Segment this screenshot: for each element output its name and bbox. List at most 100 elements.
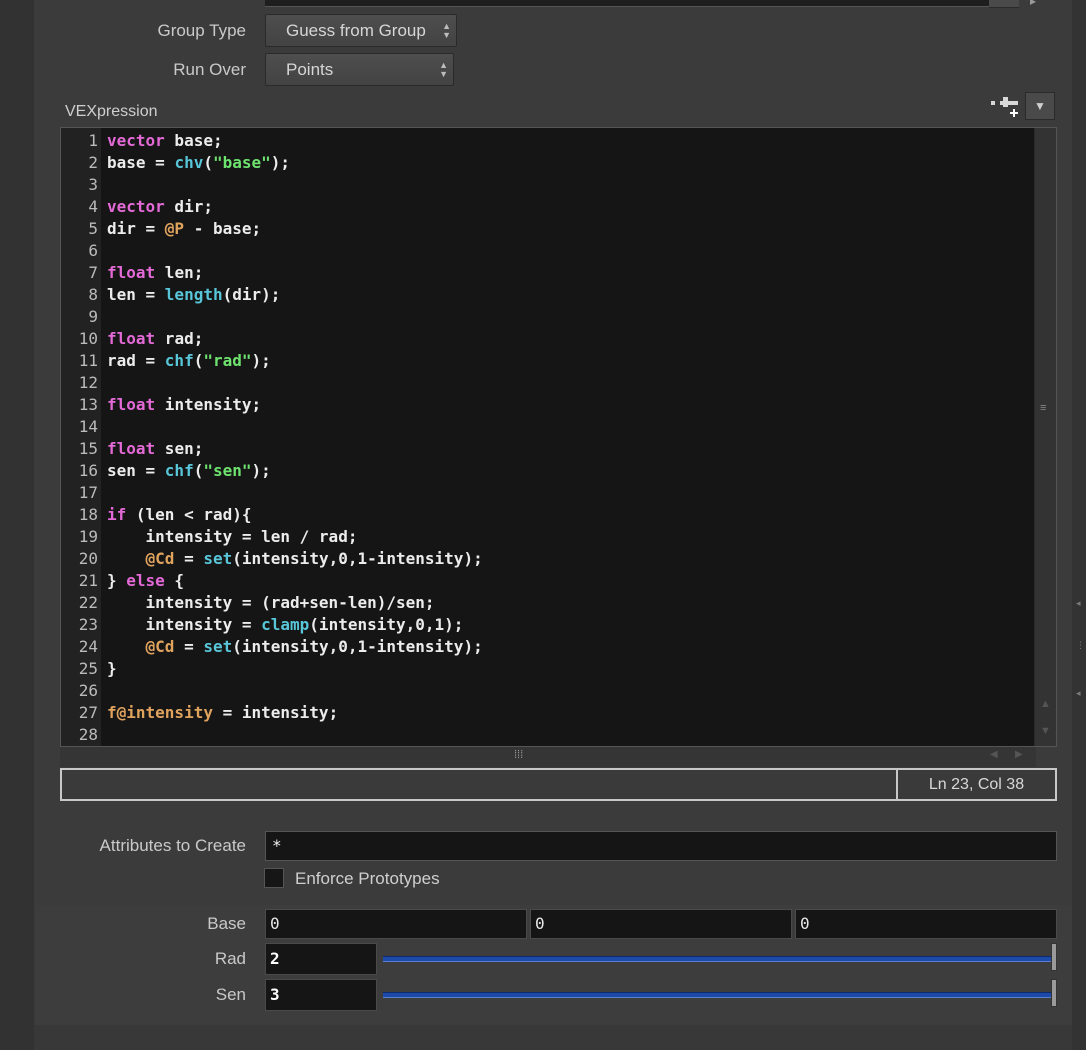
code-token-plain: sen = — [107, 461, 165, 480]
code-token-kw: vector — [107, 197, 165, 216]
code-token-attr: @Cd — [145, 637, 175, 656]
code-token-plain: } — [107, 571, 127, 590]
code-line[interactable] — [107, 416, 483, 438]
line-number: 9 — [88, 307, 98, 326]
code-line[interactable]: len = length(dir); — [107, 284, 483, 306]
code-token-plain: = — [174, 637, 204, 656]
line-number: 19 — [78, 527, 98, 546]
rad-field[interactable]: 2 — [265, 943, 377, 975]
collapse-arrow-icon[interactable]: ◂ — [1076, 688, 1082, 702]
line-number: 21 — [78, 571, 98, 590]
code-token-plain: dir; — [164, 197, 213, 216]
code-token-plain: (intensity,0,1-intensity); — [232, 549, 483, 568]
editor-vertical-scrollbar[interactable]: ≡ ▲ ▼ — [1034, 128, 1056, 746]
code-token-plain: { — [164, 571, 185, 590]
collapse-arrow-icon[interactable]: ◂ — [1076, 598, 1082, 612]
up-down-arrows-icon: ▲ ▼ — [442, 21, 451, 40]
code-token-plain: ( — [193, 461, 204, 480]
code-line[interactable]: intensity = (rad+sen-len)/sen; — [107, 592, 483, 614]
code-line[interactable] — [107, 306, 483, 328]
code-token-plain: (dir); — [222, 285, 281, 304]
add-parameter-icon[interactable] — [990, 93, 1022, 121]
code-line[interactable]: intensity = len / rad; — [107, 526, 483, 548]
base-z-field[interactable]: 0 — [795, 909, 1057, 939]
line-number-gutter: 1 2 3 4 5 6 7 8 9 10 11 12 13 14 15 16 17 18 19 20 21 22 23 24 2… — [61, 128, 101, 746]
run-over-label: Run Over — [173, 60, 246, 79]
base-label: Base — [207, 914, 246, 933]
line-number: 15 — [78, 439, 98, 458]
enforce-prototypes-label: Enforce Prototypes — [295, 869, 440, 888]
code-token-plain: base = — [107, 153, 175, 172]
run-over-dropdown[interactable]: Points ▲ ▼ — [265, 53, 454, 86]
line-number: 6 — [88, 241, 98, 260]
code-line[interactable]: } else { — [107, 570, 483, 592]
group-field[interactable] — [265, 0, 989, 7]
code-line[interactable]: rad = chf("rad"); — [107, 350, 483, 372]
left-panel-border — [0, 0, 34, 1050]
rad-label: Rad — [214, 949, 246, 968]
line-number: 18 — [78, 505, 98, 524]
code-line[interactable] — [107, 482, 483, 504]
sen-field[interactable]: 3 — [265, 979, 377, 1011]
code-line[interactable]: } — [107, 658, 483, 680]
code-token-plain: ( — [193, 351, 204, 370]
code-token-fn: length — [164, 285, 223, 304]
code-line[interactable] — [107, 724, 483, 746]
code-line[interactable]: @Cd = set(intensity,0,1-intensity); — [107, 636, 483, 658]
sen-label: Sen — [215, 985, 246, 1004]
line-number: 5 — [88, 219, 98, 238]
editor-horizontal-scrollbar[interactable]: ⁞⁞⁞ ◀ ▶ — [60, 747, 1036, 767]
code-line[interactable]: float intensity; — [107, 394, 483, 416]
code-token-fn: clamp — [261, 615, 310, 634]
sen-slider-handle[interactable] — [1051, 979, 1057, 1007]
code-line[interactable]: vector base; — [107, 130, 483, 152]
splitter-grip-icon[interactable]: ⋮ — [1076, 640, 1085, 654]
code-token-plain: len; — [155, 263, 204, 282]
code-token-plain: intensity = (rad+sen-len)/sen; — [107, 593, 435, 612]
code-line[interactable]: intensity = clamp(intensity,0,1); — [107, 614, 483, 636]
chevron-down-icon[interactable]: ▼ — [1025, 92, 1055, 120]
code-line[interactable]: float sen; — [107, 438, 483, 460]
code-line[interactable] — [107, 240, 483, 262]
run-over-value: Points — [286, 60, 334, 79]
code-token-attr: f@intensity — [107, 703, 213, 722]
base-x-field[interactable]: 0 — [265, 909, 527, 939]
line-number: 28 — [78, 725, 98, 744]
code-line[interactable]: sen = chf("sen"); — [107, 460, 483, 482]
code-token-fn: set — [203, 549, 233, 568]
scroll-left-icon[interactable]: ◀ — [990, 749, 998, 760]
line-number: 14 — [78, 417, 98, 436]
code-token-plain: } — [107, 659, 117, 678]
group-select-button[interactable] — [989, 0, 1019, 8]
attributes-to-create-input[interactable]: * — [265, 831, 1057, 861]
arrow-icon[interactable]: ▸ — [1030, 0, 1036, 8]
scroll-up-icon[interactable]: ▲ — [1040, 698, 1051, 710]
rad-slider-handle[interactable] — [1051, 943, 1057, 971]
rad-slider[interactable] — [383, 956, 1053, 962]
right-scrollbar[interactable]: ◂ ⋮ ◂ — [1072, 0, 1086, 1050]
sen-slider[interactable] — [383, 992, 1053, 998]
code-line[interactable] — [107, 372, 483, 394]
code-line[interactable]: base = chv("base"); — [107, 152, 483, 174]
scroll-grip-icon[interactable]: ⁞⁞⁞ — [514, 749, 523, 761]
enforce-prototypes-checkbox[interactable] — [264, 868, 284, 888]
code-line[interactable]: dir = @P - base; — [107, 218, 483, 240]
base-y-field[interactable]: 0 — [530, 909, 792, 939]
scroll-grip-icon[interactable]: ≡ — [1040, 402, 1046, 414]
editor-status-bar: Ln 23, Col 38 — [60, 768, 1057, 801]
code-line[interactable]: if (len < rad){ — [107, 504, 483, 526]
code-line[interactable]: float rad; — [107, 328, 483, 350]
scroll-down-icon[interactable]: ▼ — [1040, 725, 1051, 737]
code-line[interactable]: vector dir; — [107, 196, 483, 218]
code-line[interactable]: @Cd = set(intensity,0,1-intensity); — [107, 548, 483, 570]
code-line[interactable] — [107, 680, 483, 702]
code-token-attr: @P — [164, 219, 185, 238]
code-line[interactable] — [107, 174, 483, 196]
code-text[interactable]: vector base; base = chv("base"); vector di… — [107, 130, 483, 746]
vex-code-editor[interactable]: 1 2 3 4 5 6 7 8 9 10 11 12 13 14 15 16 17 18 19 20 21 22 23 24 2… — [60, 127, 1057, 747]
line-number: 1 — [88, 131, 98, 150]
code-line[interactable]: f@intensity = intensity; — [107, 702, 483, 724]
scroll-right-icon[interactable]: ▶ — [1015, 749, 1023, 760]
group-type-dropdown[interactable]: Guess from Group ▲ ▼ — [265, 14, 457, 47]
code-line[interactable]: float len; — [107, 262, 483, 284]
